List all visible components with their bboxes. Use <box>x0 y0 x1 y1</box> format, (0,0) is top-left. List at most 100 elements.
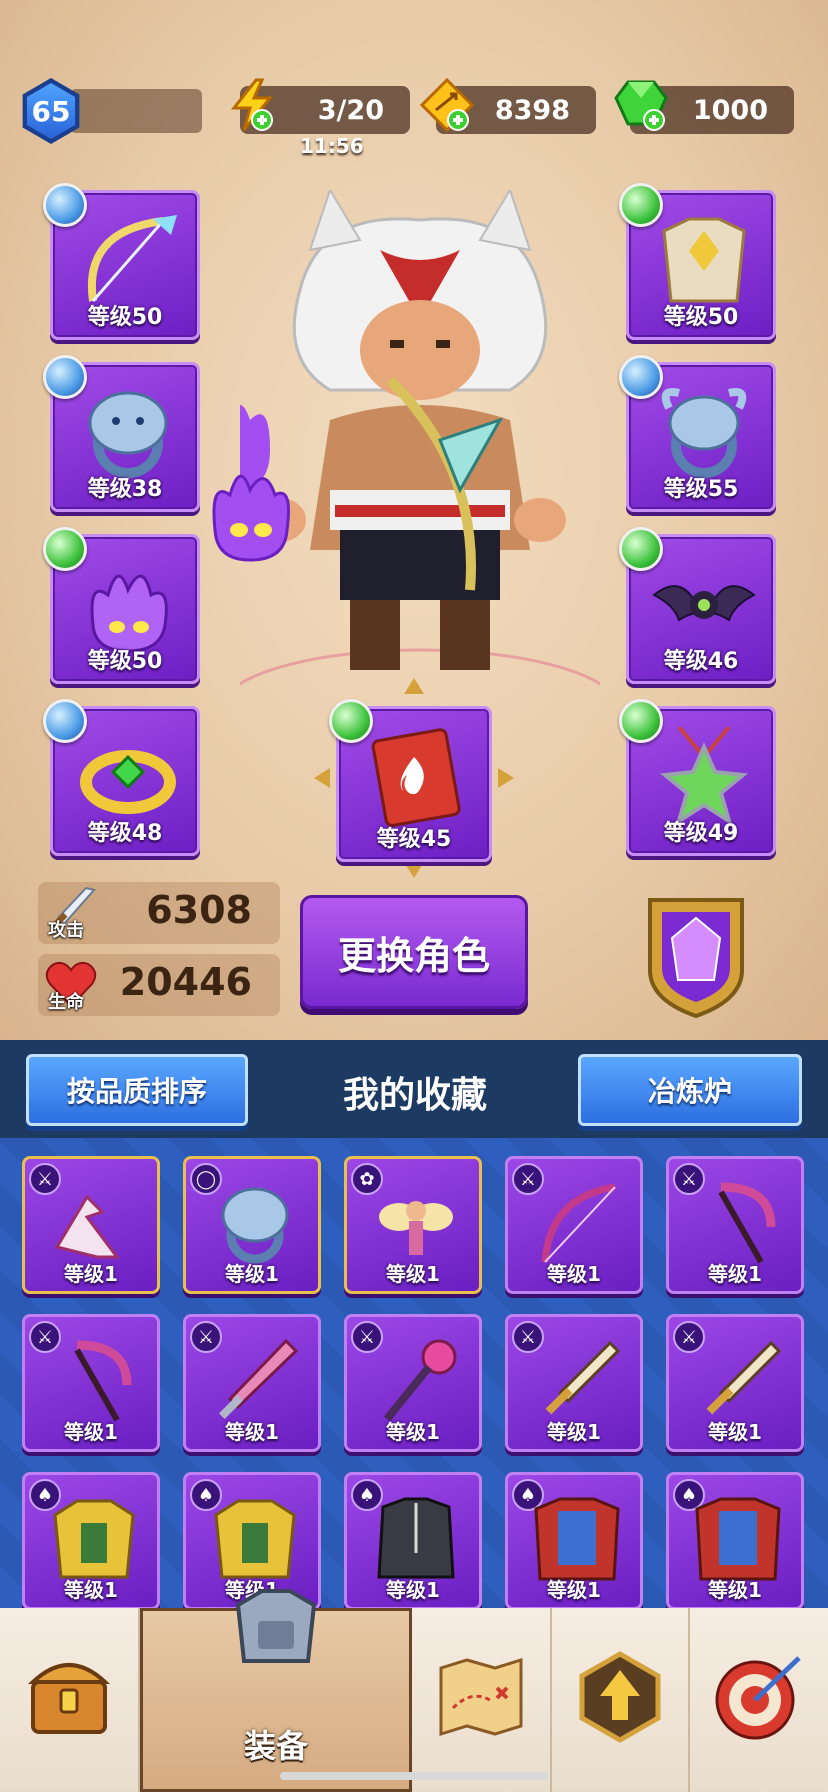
attack-stat: 攻击 6308 <box>38 882 280 944</box>
nav-tab-challenge[interactable] <box>690 1608 828 1792</box>
item-level: 等级1 <box>547 1578 601 1602</box>
scythe-icon <box>47 1335 141 1425</box>
collection-item[interactable]: ⚔ 等级1 <box>22 1314 160 1452</box>
slot-level: 等级38 <box>87 477 163 502</box>
equip-slot-ring-3[interactable]: 等级55 <box>619 355 776 512</box>
player-level-badge[interactable]: 65 <box>22 78 80 144</box>
collection-item[interactable]: ⚔ 等级1 <box>22 1156 160 1294</box>
staff-icon <box>369 1335 463 1425</box>
target-icon <box>711 1648 807 1744</box>
item-level: 等级1 <box>708 1420 762 1444</box>
cape-armor-icon <box>691 1493 785 1583</box>
scythe-icon <box>691 1177 785 1267</box>
item-level: 等级1 <box>225 1262 279 1286</box>
collection-item[interactable]: ⚔ 等级1 <box>344 1314 482 1452</box>
map-icon <box>433 1648 529 1744</box>
item-level: 等级1 <box>708 1262 762 1286</box>
forge-button[interactable]: 冶炼炉 <box>578 1054 802 1126</box>
attack-label: 攻击 <box>48 920 84 941</box>
collection-header: 按品质排序 我的收藏 冶炼炉 <box>0 1040 828 1138</box>
item-level: 等级1 <box>386 1578 440 1602</box>
spirit-pet <box>205 460 295 570</box>
collection-grid: ⚔ 等级1 ◯ 等级1 ✿ 等级1 ⚔ 等级1 ⚔ 等级1 ⚔ 等级1 ⚔ 等级1 ⚔ 等级1 ⚔ 等级1 ⚔ 等级1… <box>0 1138 828 1610</box>
slot-level: 等级50 <box>663 305 739 330</box>
equip-slot-ring-1[interactable]: 等级38 <box>43 355 200 512</box>
dagger-icon <box>691 1335 785 1425</box>
sword-icon <box>208 1335 302 1425</box>
slot-level: 等级49 <box>663 821 739 846</box>
slot-level: 等级46 <box>663 649 739 674</box>
item-level: 等级1 <box>64 1578 118 1602</box>
bull-ring-icon <box>649 383 759 483</box>
item-level: 等级1 <box>386 1262 440 1286</box>
energy-timer: 11:56 <box>300 134 364 158</box>
dagger-icon <box>530 1335 624 1425</box>
fire-book-icon <box>359 727 469 827</box>
purple-spirit-icon <box>73 555 183 655</box>
gem-value: 1000 <box>692 94 768 126</box>
treasure-chest-icon <box>21 1648 117 1744</box>
nav-tab-shop[interactable] <box>0 1608 140 1792</box>
home-indicator <box>280 1772 548 1780</box>
nav-tab-map[interactable] <box>412 1608 552 1792</box>
equip-slot-pet-2[interactable]: 等级46 <box>619 527 776 684</box>
slot-level: 等级50 <box>87 305 163 330</box>
collection-item[interactable]: ◯ 等级1 <box>183 1156 321 1294</box>
green-gem-icon <box>614 78 668 132</box>
collection-item[interactable]: ⚔ 等级1 <box>666 1156 804 1294</box>
equip-slot-ring-2[interactable]: 等级48 <box>43 699 200 856</box>
collection-item[interactable]: ♠ 等级1 <box>666 1472 804 1610</box>
collection-item[interactable]: ♠ 等级1 <box>344 1472 482 1610</box>
equip-slot-weapon[interactable]: 等级50 <box>43 183 200 340</box>
bat-icon <box>649 555 759 655</box>
slot-level: 等级50 <box>87 649 163 674</box>
slot-level: 等级55 <box>663 477 739 502</box>
collection-item[interactable]: ⚔ 等级1 <box>666 1314 804 1452</box>
collection-item[interactable]: ⚔ 等级1 <box>183 1314 321 1452</box>
collection-item[interactable]: ✿ 等级1 <box>344 1156 482 1294</box>
collection-item[interactable]: ⚔ 等级1 <box>505 1314 643 1452</box>
fairy-icon <box>369 1177 463 1267</box>
item-level: 等级1 <box>64 1420 118 1444</box>
attack-value: 6308 <box>146 888 252 932</box>
lion-ring-icon <box>208 1177 302 1267</box>
equip-slot-skill-book[interactable]: 等级45 <box>329 699 492 862</box>
nav-tab-equipment[interactable]: 装备 <box>140 1589 412 1792</box>
hp-value: 20446 <box>119 960 252 1004</box>
gold-icon <box>420 78 474 132</box>
armor-icon <box>228 1581 324 1677</box>
star-amulet-icon <box>649 725 759 827</box>
energy-value: 3/20 <box>317 94 384 126</box>
item-level: 等级1 <box>547 1262 601 1286</box>
item-level: 等级1 <box>64 1262 118 1286</box>
item-level: 等级1 <box>708 1578 762 1602</box>
sort-by-quality-button[interactable]: 按品质排序 <box>26 1054 248 1126</box>
collection-title: 我的收藏 <box>342 1075 487 1116</box>
nav-tab-upgrade[interactable] <box>552 1608 690 1792</box>
purple-gem-shield-icon[interactable] <box>640 890 752 1020</box>
collection-item[interactable]: ⚔ 等级1 <box>505 1156 643 1294</box>
nav-label-equipment: 装备 <box>243 1727 308 1765</box>
gold-armor-icon <box>47 1493 141 1583</box>
collection-item[interactable]: ♠ 等级1 <box>505 1472 643 1610</box>
bottom-nav: 装备 <box>0 1589 828 1792</box>
equip-slot-armor[interactable]: 等级50 <box>619 183 776 340</box>
xp-bar <box>70 89 202 133</box>
hp-stat: 生命 20446 <box>38 954 280 1016</box>
cape-armor-icon <box>530 1493 624 1583</box>
change-hero-button[interactable]: 更换角色 <box>300 895 528 1009</box>
gold-armor-icon <box>208 1493 302 1583</box>
equip-slot-amulet[interactable]: 等级49 <box>619 699 776 856</box>
robe-icon <box>369 1493 463 1583</box>
slot-level: 等级45 <box>376 827 452 852</box>
upgrade-arrow-icon <box>572 1648 668 1744</box>
item-level: 等级1 <box>386 1420 440 1444</box>
hero-character[interactable] <box>200 187 622 772</box>
lion-ring-icon <box>73 383 183 483</box>
chest-armor-icon <box>649 211 759 311</box>
equip-slot-pet[interactable]: 等级50 <box>43 527 200 684</box>
boomerang-icon <box>47 1177 141 1267</box>
collection-item[interactable]: ♠ 等级1 <box>22 1472 160 1610</box>
gold-value: 8398 <box>494 94 570 126</box>
gold-ring-icon <box>73 727 183 827</box>
